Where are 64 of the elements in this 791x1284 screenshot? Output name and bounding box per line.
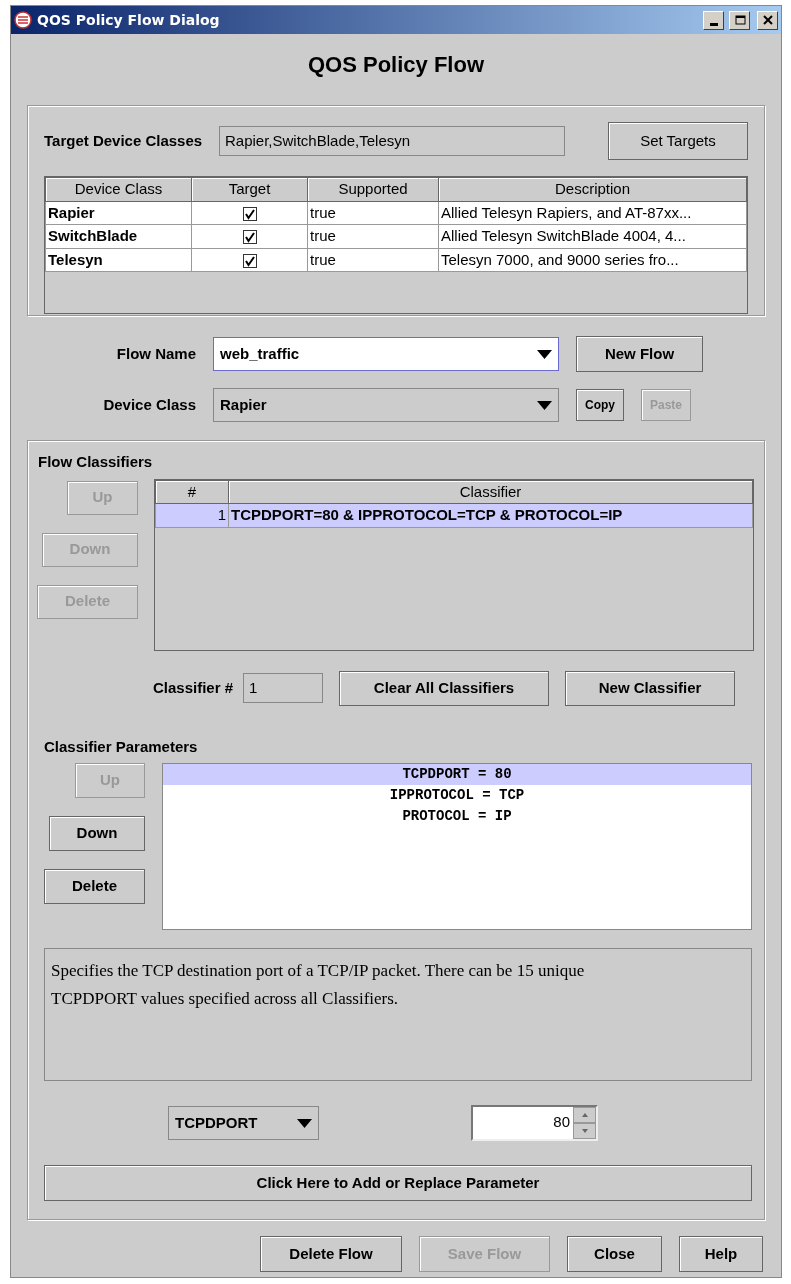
delete-flow-button[interactable]: Delete Flow	[260, 1236, 402, 1272]
field-label: Flow Name	[115, 343, 196, 364]
column-header: Classifier	[228, 480, 753, 504]
parameter-combo[interactable]: TCPDPORT	[168, 1106, 319, 1140]
value-spinner[interactable]: 80	[471, 1105, 598, 1141]
set-targets-button[interactable]: Set Targets	[608, 122, 748, 160]
new-classifier-button[interactable]: New Classifier	[565, 670, 736, 706]
flow-name-combo[interactable]: web_traffic	[213, 337, 559, 371]
list-item[interactable]: IPPROTOCOL = TCP	[163, 785, 751, 806]
targets-field: Rapier,SwitchBlade,Telesyn	[219, 126, 565, 156]
maximize-icon	[733, 14, 746, 26]
new-flow-button[interactable]: New Flow	[576, 336, 703, 372]
device-class-combo[interactable]: Rapier	[213, 388, 559, 422]
description-box: Specifies the TCP destination port of a TCP/IP packet. There can be 15 unique TCPDPORT values specified across all Classifiers.	[44, 948, 752, 1081]
section-title: Flow Classifiers	[38, 452, 154, 472]
maximize-button[interactable]	[729, 10, 750, 30]
section-title: Classifier Parameters	[44, 736, 199, 757]
field-label: Target Device Classes	[44, 130, 204, 151]
list-item[interactable]: TCPDPORT = 80	[163, 764, 751, 785]
field-label: Classifier #	[153, 677, 234, 698]
table-cell: Rapier	[45, 201, 192, 225]
table-cell: TCPDPORT=80 & IPPROTOCOL=TCP & PROTOCOL=IP	[228, 503, 753, 527]
classifier-number-field: 1	[243, 673, 324, 703]
help-button[interactable]: Help	[679, 1236, 763, 1272]
column-header: #	[155, 480, 229, 504]
spin-up-button[interactable]	[573, 1107, 596, 1123]
table-cell: Telesyn	[45, 248, 192, 272]
window-title: QOS Policy Flow Dialog	[37, 10, 221, 30]
checkbox[interactable]	[242, 253, 257, 268]
copy-button[interactable]: Copy	[576, 389, 624, 421]
table-row[interactable]: 1 TCPDPORT=80 & IPPROTOCOL=TCP & PROTOCOL=IP	[155, 503, 753, 527]
down-button[interactable]: Down	[49, 816, 145, 851]
table-cell: Allied Telesyn SwitchBlade 4004, 4...	[438, 224, 747, 248]
up-arrow-icon	[581, 1113, 588, 1117]
down-arrow-icon	[581, 1129, 588, 1133]
table-cell: true	[307, 201, 439, 225]
table-cell: 1	[155, 503, 229, 527]
field-label: Device Class	[102, 394, 196, 415]
delete-button[interactable]: Delete	[44, 869, 145, 904]
spin-down-button[interactable]	[573, 1123, 596, 1139]
minimize-icon	[709, 22, 718, 26]
table-cell: Allied Telesyn Rapiers, and AT-87xx...	[438, 201, 747, 225]
dialog-heading: QOS Policy Flow	[306, 51, 485, 79]
checkbox[interactable]	[242, 206, 257, 221]
table-cell: SwitchBlade	[45, 224, 192, 248]
table-cell: Telesyn 7000, and 9000 series fro...	[438, 248, 747, 272]
dropdown-arrow-icon[interactable]	[297, 1118, 312, 1128]
dropdown-arrow-icon[interactable]	[537, 400, 552, 410]
clear-all-classifiers-button[interactable]: Clear All Classifiers	[339, 670, 550, 706]
column-header: Device Class	[45, 177, 192, 201]
column-header: Supported	[307, 177, 439, 201]
close-icon	[761, 14, 774, 26]
checkbox[interactable]	[242, 230, 257, 245]
add-parameter-button[interactable]: Click Here to Add or Replace Parameter	[44, 1165, 752, 1201]
app-icon	[14, 11, 32, 29]
column-header: Target	[191, 177, 308, 201]
table-cell: true	[307, 248, 439, 272]
dropdown-arrow-icon[interactable]	[537, 349, 552, 359]
list-item[interactable]: PROTOCOL = IP	[163, 806, 751, 827]
table-cell: true	[307, 224, 439, 248]
column-header: Description	[438, 177, 747, 201]
close-button[interactable]	[757, 10, 778, 30]
minimize-button[interactable]	[703, 10, 724, 30]
close-button[interactable]: Close	[567, 1236, 662, 1272]
